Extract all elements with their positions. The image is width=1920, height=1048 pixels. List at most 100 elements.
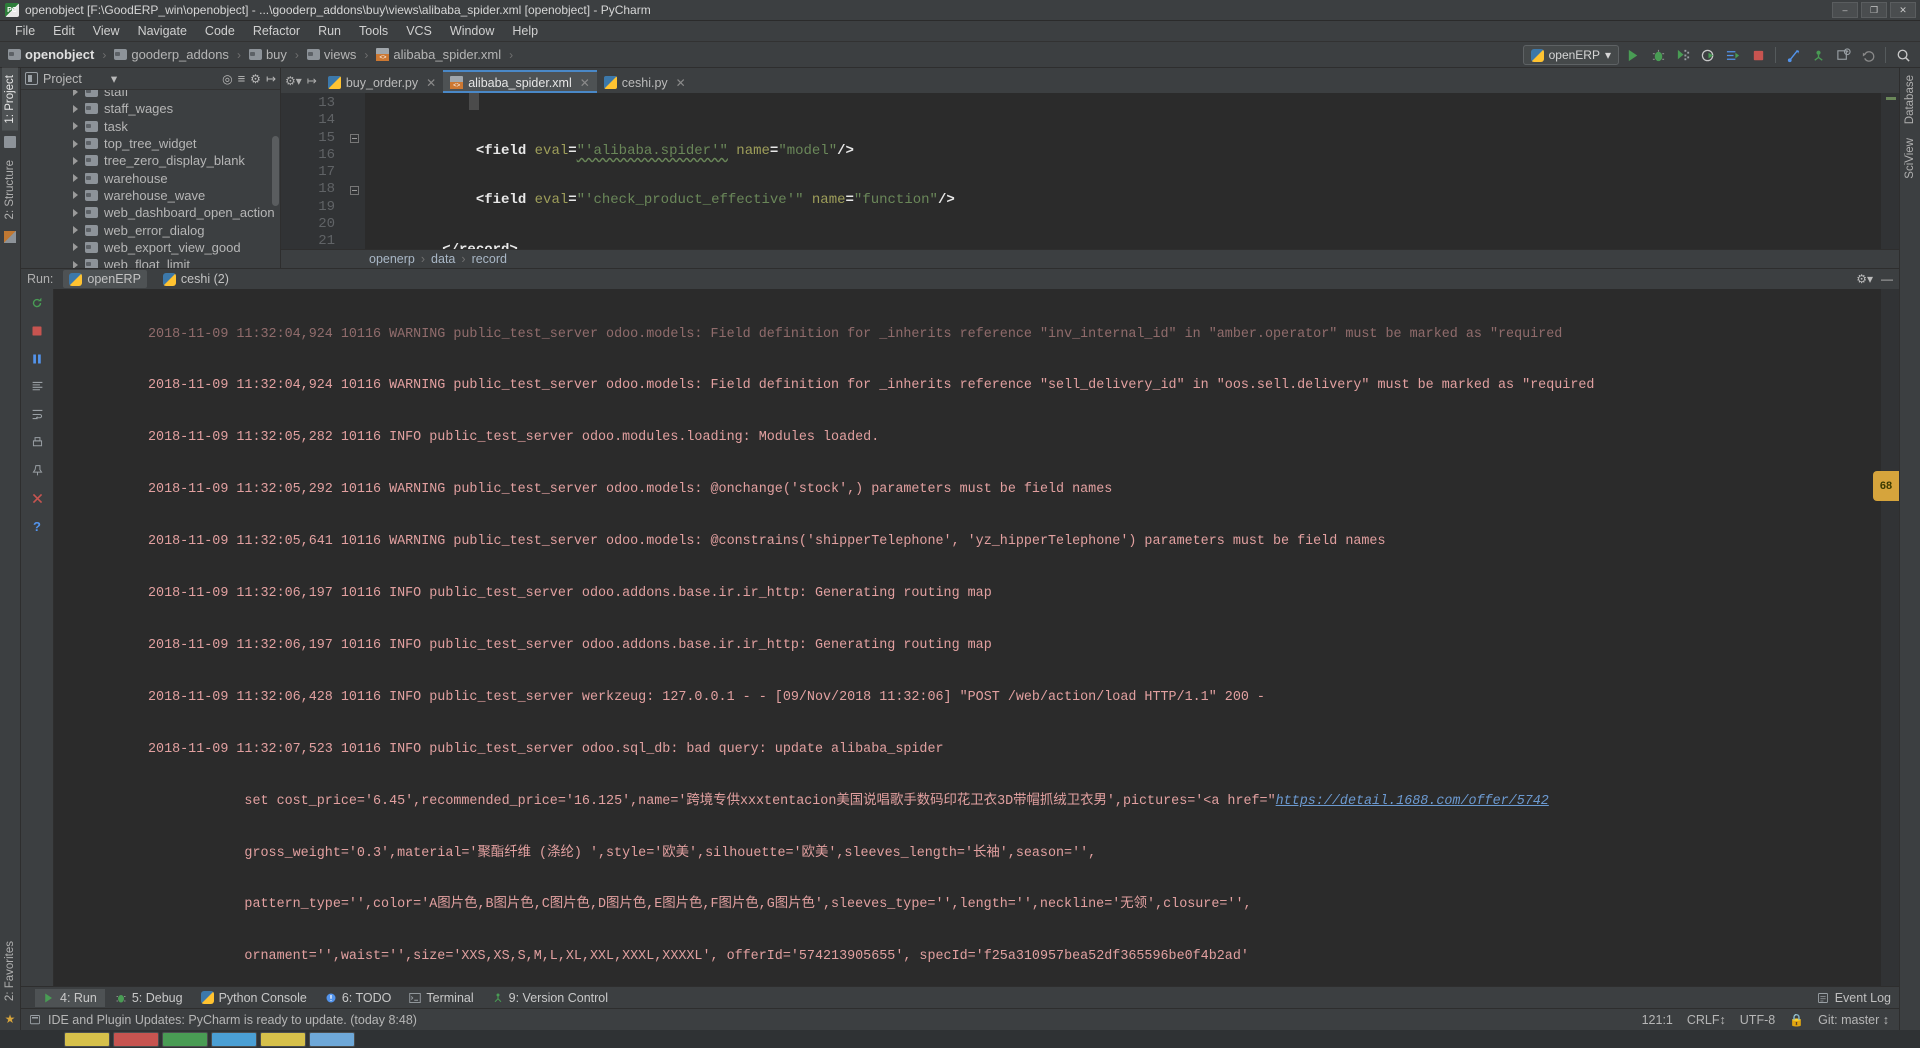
- taskbar-item[interactable]: [113, 1031, 159, 1047]
- tool-window-terminal[interactable]: Terminal: [401, 989, 481, 1007]
- chevron-right-icon[interactable]: [73, 226, 78, 235]
- debug-button[interactable]: [1647, 44, 1669, 66]
- tree-item-top-tree-widget[interactable]: top_tree_widget: [21, 135, 280, 152]
- close-icon[interactable]: ✕: [580, 76, 590, 90]
- chevron-right-icon[interactable]: [73, 90, 78, 96]
- menu-tools[interactable]: Tools: [350, 22, 397, 40]
- vcs-branch[interactable]: Git: master ↕: [1818, 1013, 1889, 1027]
- console-marker-bar[interactable]: 68: [1873, 289, 1899, 986]
- pin-icon[interactable]: [28, 461, 47, 480]
- tree-item-tree-zero-display-blank[interactable]: tree_zero_display_blank: [21, 152, 280, 169]
- tree-item-staff[interactable]: staff: [21, 90, 280, 100]
- taskbar-item[interactable]: [64, 1031, 110, 1047]
- vcs-rollback-button[interactable]: [1857, 44, 1879, 66]
- chevron-right-icon[interactable]: [73, 156, 78, 165]
- fold-marker-icon[interactable]: [349, 185, 359, 195]
- run-tab-ceshi[interactable]: ceshi (2): [157, 270, 235, 288]
- collapse-all-icon[interactable]: ≡: [238, 71, 246, 86]
- editor-tab-ceshi-py[interactable]: ceshi.py ✕: [597, 70, 693, 93]
- structure-glyph-icon[interactable]: [4, 231, 16, 244]
- hide-icon[interactable]: —: [1881, 272, 1893, 286]
- breadcrumb-item-buy[interactable]: buy: [247, 46, 289, 63]
- run-configuration-selector[interactable]: openERP ▾: [1522, 45, 1619, 65]
- settings-icon[interactable]: ⚙▾: [285, 74, 302, 88]
- vcs-history-button[interactable]: [1832, 44, 1854, 66]
- print-icon[interactable]: [28, 433, 47, 452]
- lock-icon[interactable]: 🔒: [1789, 1013, 1804, 1027]
- offer-link[interactable]: https://detail.1688.com/offer/5742: [1276, 794, 1549, 809]
- stop-icon[interactable]: [28, 321, 47, 340]
- chevron-right-icon[interactable]: [73, 122, 78, 131]
- taskbar-item[interactable]: [2, 1031, 28, 1047]
- menu-refactor[interactable]: Refactor: [244, 22, 309, 40]
- sidebar-item-favorites[interactable]: 2: Favorites: [2, 934, 18, 1008]
- close-icon[interactable]: ✕: [426, 76, 436, 90]
- code-content[interactable]: <field eval="'alibaba.spider'" name="mod…: [365, 93, 1881, 249]
- menu-code[interactable]: Code: [196, 22, 244, 40]
- vcs-commit-button[interactable]: [1807, 44, 1829, 66]
- soft-wrap-icon[interactable]: [28, 405, 47, 424]
- tree-item-warehouse[interactable]: warehouse: [21, 169, 280, 186]
- taskbar-item[interactable]: [211, 1031, 257, 1047]
- editor-marker-bar[interactable]: [1881, 93, 1899, 249]
- breadcrumb-item-gooderp-addons[interactable]: gooderp_addons: [112, 46, 231, 63]
- tree-item-warehouse-wave[interactable]: warehouse_wave: [21, 187, 280, 204]
- tool-window-version-control[interactable]: 9: Version Control: [484, 989, 616, 1007]
- structure-crumb-openerp[interactable]: openerp: [369, 252, 415, 266]
- menu-view[interactable]: View: [84, 22, 129, 40]
- pause-icon[interactable]: [28, 349, 47, 368]
- chevron-right-icon[interactable]: [73, 243, 78, 252]
- editor-tab-buy-order-py[interactable]: buy_order.py ✕: [321, 70, 443, 93]
- menu-navigate[interactable]: Navigate: [129, 22, 196, 40]
- vcs-update-button[interactable]: [1782, 44, 1804, 66]
- code-editor[interactable]: 13 14 15 16 17 18 19 20 21 22: [281, 93, 1899, 249]
- breadcrumb-item-alibaba-spider-xml[interactable]: alibaba_spider.xml: [374, 46, 503, 63]
- chevron-right-icon[interactable]: [73, 208, 78, 217]
- sidebar-item-project[interactable]: 1: Project: [2, 68, 18, 131]
- structure-crumb-record[interactable]: record: [472, 252, 507, 266]
- tree-item-staff-wages[interactable]: staff_wages: [21, 100, 280, 117]
- target-icon[interactable]: ◎: [222, 72, 232, 86]
- event-log-label[interactable]: Event Log: [1835, 991, 1891, 1005]
- project-tree-scrollbar[interactable]: [272, 136, 279, 206]
- menu-edit[interactable]: Edit: [44, 22, 84, 40]
- chevron-right-icon[interactable]: [73, 191, 78, 200]
- tree-item-web-dashboard-open-action[interactable]: web_dashboard_open_action: [21, 204, 280, 221]
- error-stripe-marker[interactable]: [1886, 97, 1896, 100]
- maximize-button[interactable]: ❐: [1861, 2, 1887, 18]
- chevron-right-icon[interactable]: [73, 139, 78, 148]
- search-everywhere-button[interactable]: [1892, 44, 1914, 66]
- fold-marker-icon[interactable]: [349, 133, 359, 143]
- chevron-right-icon[interactable]: [73, 260, 78, 268]
- caret-position[interactable]: 121:1: [1642, 1013, 1673, 1027]
- sidebar-item-sciview[interactable]: SciView: [1902, 131, 1918, 186]
- help-icon[interactable]: ?: [28, 517, 47, 536]
- hide-panel-icon[interactable]: ↦: [307, 74, 317, 88]
- status-message[interactable]: IDE and Plugin Updates: PyCharm is ready…: [48, 1013, 417, 1027]
- breadcrumb-item-views[interactable]: views: [305, 46, 359, 63]
- scroll-to-end-icon[interactable]: [28, 377, 47, 396]
- notification-badge[interactable]: 68: [1873, 471, 1899, 501]
- star-icon[interactable]: ★: [4, 1013, 16, 1025]
- tree-item-web-export-view-good[interactable]: web_export_view_good: [21, 239, 280, 256]
- menu-vcs[interactable]: VCS: [397, 22, 441, 40]
- taskbar-item[interactable]: [162, 1031, 208, 1047]
- close-button[interactable]: ✕: [1890, 2, 1916, 18]
- menu-file[interactable]: File: [6, 22, 44, 40]
- project-structure-icon[interactable]: [4, 135, 16, 148]
- chevron-right-icon[interactable]: [73, 104, 78, 113]
- taskbar-item[interactable]: [260, 1031, 306, 1047]
- profile-button[interactable]: [1697, 44, 1719, 66]
- tree-item-web-float-limit[interactable]: web_float_limit: [21, 256, 280, 268]
- console-output[interactable]: 2018-11-09 11:32:04,924 10116 WARNING pu…: [54, 289, 1881, 986]
- settings-icon[interactable]: ⚙▾: [1856, 272, 1873, 286]
- hide-icon[interactable]: ↦: [266, 72, 276, 86]
- taskbar-item[interactable]: [309, 1031, 355, 1047]
- menu-window[interactable]: Window: [441, 22, 503, 40]
- rerun-icon[interactable]: [28, 293, 47, 312]
- tool-window-debug[interactable]: 5: Debug: [107, 989, 191, 1007]
- close-icon[interactable]: ✕: [676, 76, 686, 90]
- tree-item-web-error-dialog[interactable]: web_error_dialog: [21, 221, 280, 238]
- tool-window-todo[interactable]: 6: TODO: [317, 989, 400, 1007]
- project-tree[interactable]: staff staff_wages task top_tree_widget t…: [21, 90, 280, 268]
